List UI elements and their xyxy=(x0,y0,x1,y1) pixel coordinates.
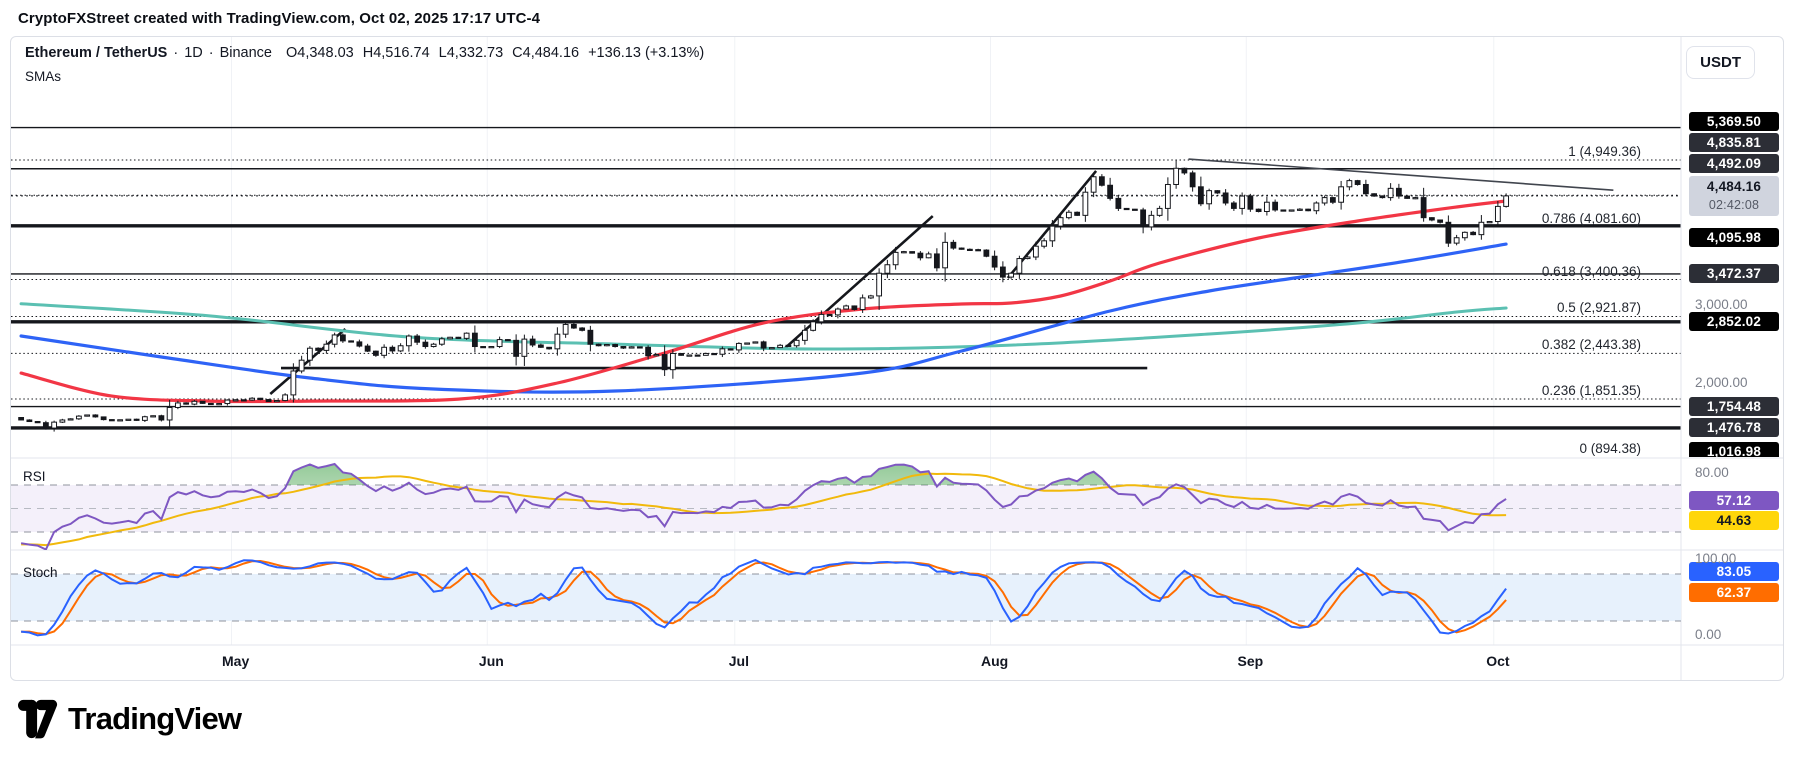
time-axis-label: Jun xyxy=(456,653,526,669)
legend-low: L4,332.73 xyxy=(439,45,504,61)
footer-brand-text: TradingView xyxy=(68,701,241,737)
price-badge: 4,095.98 xyxy=(1689,228,1779,247)
price-badge: 4,835.81 xyxy=(1689,133,1779,152)
time-axis-label: Jul xyxy=(704,653,774,669)
stoch-label: Stoch xyxy=(23,565,58,580)
bar-countdown: 02:42:08 xyxy=(1689,196,1779,214)
indicator-legend[interactable]: SMAs xyxy=(25,69,61,84)
legend-change: +136.13 (+3.13%) xyxy=(588,45,704,61)
legend-separator-2: · xyxy=(209,45,214,61)
time-axis-label: May xyxy=(201,653,271,669)
symbol-legend: Ethereum / TetherUS · 1D · Binance O4,348.03 H… xyxy=(25,45,713,61)
attribution-note: CryptoFXStreet created with TradingView.… xyxy=(18,10,540,27)
legend-separator-1: · xyxy=(173,45,178,61)
legend-open: O4,348.03 xyxy=(286,45,354,61)
price-badge: 3,472.37 xyxy=(1689,264,1779,283)
current-price: 4,484.16 xyxy=(1689,178,1779,196)
footer-logo[interactable]: TradingView xyxy=(18,697,241,741)
time-axis-label: Sep xyxy=(1215,653,1285,669)
current-price-badge: 4,484.1602:42:08 xyxy=(1689,176,1779,216)
price-badge: 1,754.48 xyxy=(1689,397,1779,416)
price-badge: 2,852.02 xyxy=(1689,312,1779,331)
legend-close: C4,484.16 xyxy=(512,45,579,61)
legend-high: H4,516.74 xyxy=(363,45,430,61)
time-axis-label: Aug xyxy=(960,653,1030,669)
price-badge: 5,369.50 xyxy=(1689,112,1779,131)
legend-interval[interactable]: 1D xyxy=(184,45,203,61)
time-axis[interactable]: May Jun Jul Aug Sep Oct xyxy=(11,649,1681,677)
rsi-label: RSI xyxy=(23,469,46,484)
main-price-badges: 5,369.50 4,835.81 4,492.09 4,095.98 3,472.37… xyxy=(11,37,1784,457)
time-axis-label: Oct xyxy=(1463,653,1533,669)
chart-frame: Ethereum / TetherUS · 1D · Binance O4,348.03 H… xyxy=(10,36,1784,681)
price-badge: 1,016.98 xyxy=(1689,442,1779,458)
tradingview-logo-icon xyxy=(18,697,58,741)
currency-button[interactable]: USDT xyxy=(1686,46,1755,79)
price-badge: 1,476.78 xyxy=(1689,418,1779,437)
legend-symbol[interactable]: Ethereum / TetherUS xyxy=(25,45,167,61)
price-badge: 4,492.09 xyxy=(1689,154,1779,173)
legend-exchange: Binance xyxy=(220,45,272,61)
